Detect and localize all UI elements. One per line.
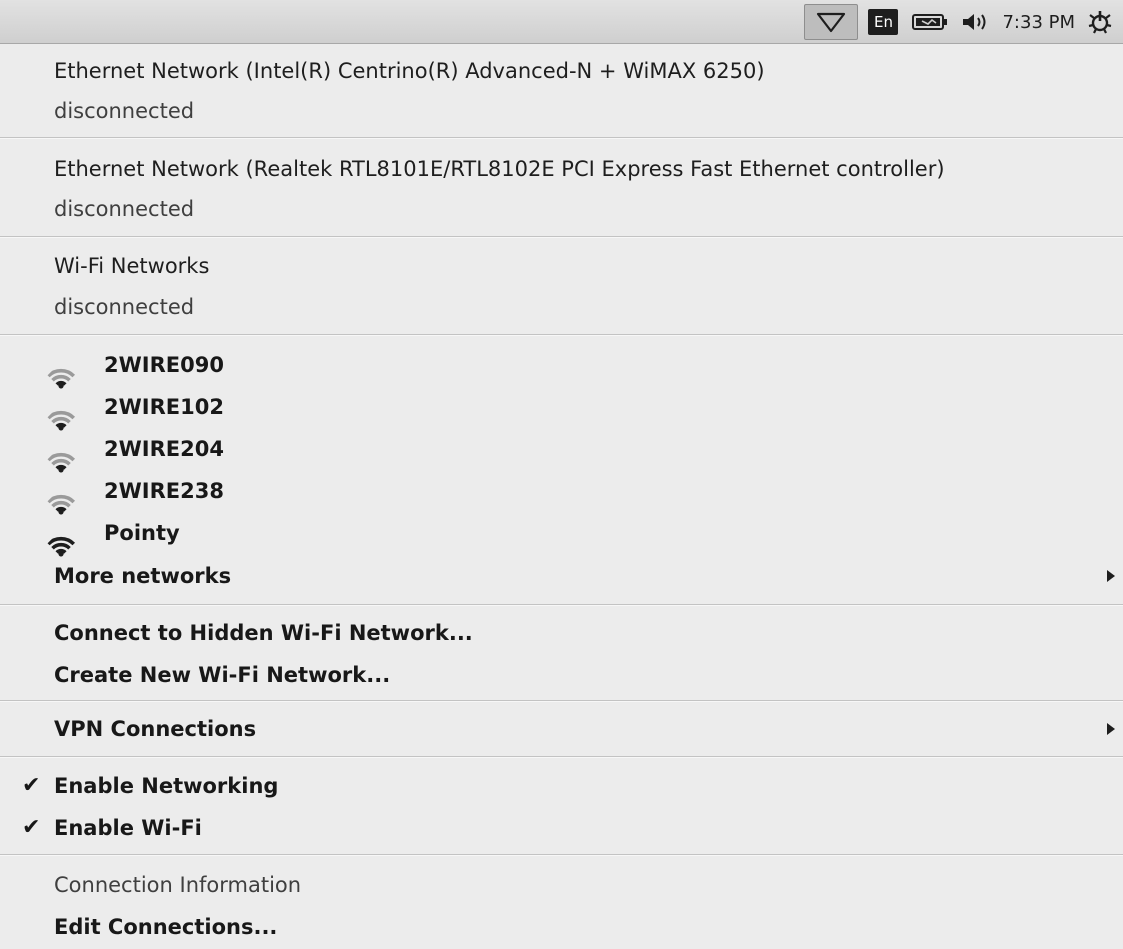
edit-connections-label: Edit Connections... bbox=[54, 915, 278, 939]
enable-wifi-label: Enable Wi-Fi bbox=[54, 816, 202, 840]
ethernet-realtek-status: disconnected bbox=[54, 197, 195, 221]
separator bbox=[0, 137, 1123, 139]
vpn-connections-label: VPN Connections bbox=[54, 717, 257, 741]
submenu-arrow-icon bbox=[1107, 723, 1115, 735]
clock[interactable]: 7:33 PM bbox=[1002, 12, 1075, 33]
volume-indicator[interactable] bbox=[960, 4, 990, 40]
separator bbox=[0, 854, 1123, 856]
submenu-arrow-icon bbox=[1107, 570, 1115, 582]
connect-hidden-wifi-label: Connect to Hidden Wi-Fi Network... bbox=[54, 621, 473, 645]
keyboard-language-indicator[interactable]: En bbox=[868, 9, 899, 35]
volume-icon bbox=[963, 14, 986, 30]
system-tray: En 7:33 PM bbox=[804, 0, 1113, 44]
separator bbox=[0, 236, 1123, 238]
wifi-network-name: 2WIRE102 bbox=[104, 395, 224, 419]
wifi-network-name: 2WIRE238 bbox=[104, 479, 224, 503]
separator bbox=[0, 334, 1123, 336]
checkmark-icon: ✔ bbox=[22, 773, 41, 798]
wifi-network-name: Pointy bbox=[104, 521, 180, 545]
wifi-network-name: 2WIRE204 bbox=[104, 437, 224, 461]
session-indicator[interactable] bbox=[1087, 4, 1113, 40]
wifi-signal-icon bbox=[47, 368, 76, 389]
separator bbox=[0, 604, 1123, 606]
wifi-signal-icon bbox=[47, 410, 76, 431]
network-menu: Ethernet Network (Intel(R) Centrino(R) A… bbox=[0, 44, 1123, 949]
wifi-signal-icon bbox=[47, 452, 76, 473]
create-new-wifi-label: Create New Wi-Fi Network... bbox=[54, 663, 391, 687]
battery-indicator[interactable] bbox=[912, 4, 948, 40]
wifi-networks-title: Wi-Fi Networks bbox=[54, 254, 210, 278]
checkmark-icon: ✔ bbox=[22, 815, 41, 840]
power-settings-icon bbox=[1088, 11, 1112, 34]
top-panel: En 7:33 PM bbox=[0, 0, 1123, 44]
ethernet-realtek-title: Ethernet Network (Realtek RTL8101E/RTL81… bbox=[54, 157, 945, 181]
battery-icon bbox=[912, 14, 948, 30]
more-networks-label: More networks bbox=[54, 564, 232, 588]
ethernet-intel-status: disconnected bbox=[54, 99, 195, 123]
separator bbox=[0, 700, 1123, 702]
wifi-signal-icon bbox=[47, 536, 76, 557]
wifi-icon bbox=[817, 12, 846, 33]
network-indicator[interactable] bbox=[804, 4, 859, 40]
wifi-status: disconnected bbox=[54, 295, 195, 319]
wifi-signal-icon bbox=[47, 494, 76, 515]
separator bbox=[0, 756, 1123, 758]
connection-information-label: Connection Information bbox=[54, 873, 302, 897]
ethernet-intel-title: Ethernet Network (Intel(R) Centrino(R) A… bbox=[54, 59, 765, 83]
enable-networking-label: Enable Networking bbox=[54, 774, 279, 798]
wifi-network-name: 2WIRE090 bbox=[104, 353, 224, 377]
